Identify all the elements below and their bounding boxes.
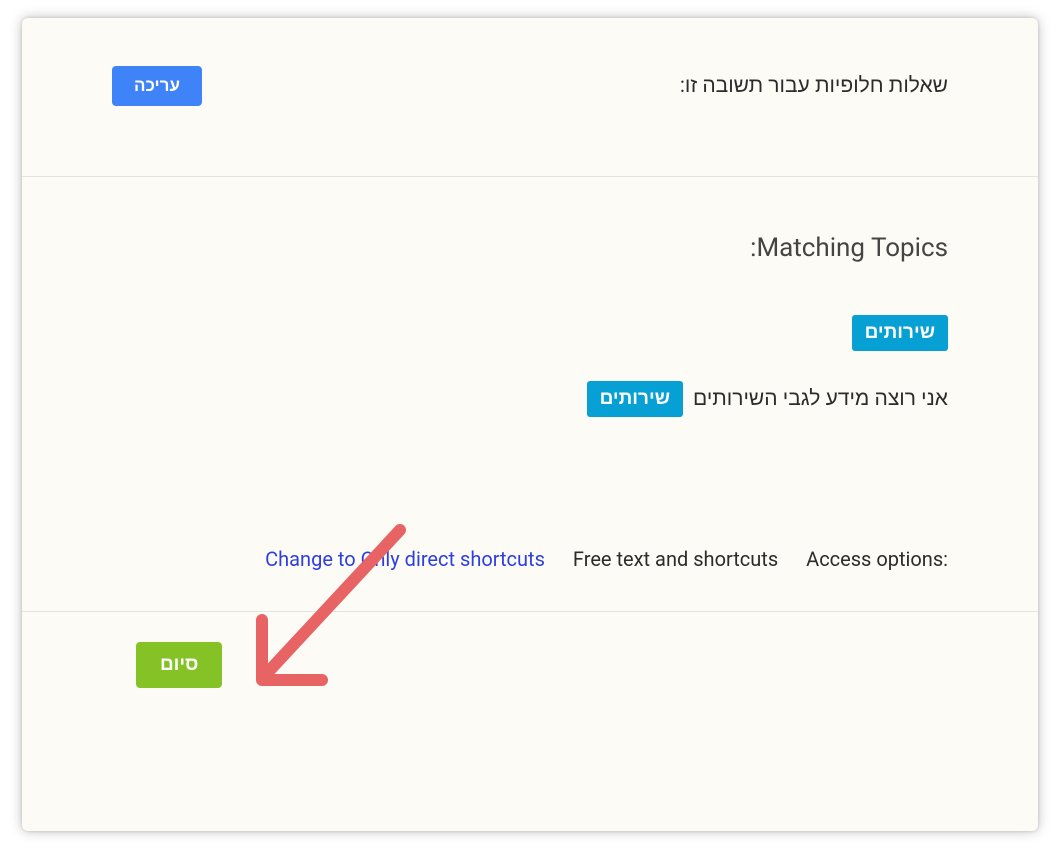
matching-topics-section: :Matching Topics שירותים אני רוצה מידע ל… [22,177,1038,612]
main-card: שאלות חלופיות עבור תשובה זו: עריכה :Matc… [22,18,1038,831]
alt-questions-row: שאלות חלופיות עבור תשובה זו: עריכה [112,66,948,106]
footer-section: סיום [22,612,1038,718]
access-options-row: :Access options Free text and shortcuts … [112,547,948,571]
alt-questions-section: שאלות חלופיות עבור תשובה זו: עריכה [22,18,1038,177]
finish-button[interactable]: סיום [136,642,222,688]
alt-questions-label: שאלות חלופיות עבור תשובה זו: [680,74,948,98]
edit-button[interactable]: עריכה [112,66,202,106]
topic-row-0: שירותים [112,315,948,351]
topic-text: אני רוצה מידע לגבי השירותים [693,387,948,411]
topic-chip-services-2[interactable]: שירותים [587,381,683,417]
matching-topics-title: :Matching Topics [112,233,948,263]
access-options-label: :Access options [806,547,948,571]
access-change-link[interactable]: Change to Only direct shortcuts [265,547,545,571]
access-current-mode: Free text and shortcuts [573,547,778,571]
topic-chip-services[interactable]: שירותים [852,315,948,351]
topic-row-1: אני רוצה מידע לגבי השירותים שירותים [112,381,948,417]
